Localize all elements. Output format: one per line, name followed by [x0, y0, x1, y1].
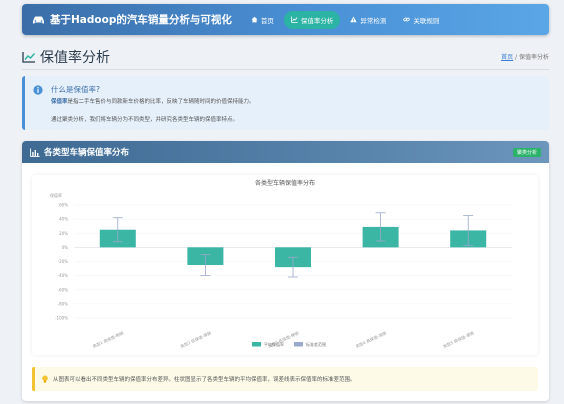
- legend-label-sd[interactable]: 标准差范围: [306, 341, 326, 347]
- legend-swatch-mean[interactable]: [252, 342, 261, 347]
- y-tick-label: -60%: [58, 287, 69, 292]
- line-chart-icon: [22, 52, 36, 63]
- info-definition-text: 是指二手车售价与同款新车价格的比率，反映了车辆随时间的价值保持能力。: [67, 99, 255, 105]
- y-tick-label: 60%: [59, 203, 68, 208]
- card-title: 各类型车辆保值率分布: [44, 148, 130, 158]
- chart-note: 从图表可以看出不同类型车辆的保值率分布差异。柱状图显示了各类型车辆的平均保值率，…: [32, 367, 538, 391]
- line-chart-icon: [291, 16, 298, 23]
- breadcrumb-home-link[interactable]: 首页: [501, 54, 513, 61]
- y-tick-label: -40%: [58, 273, 69, 278]
- brand-title: 基于Hadoop的汽车销量分析与可视化: [50, 14, 232, 26]
- lightbulb-icon: [42, 375, 48, 383]
- nav-item-label: 首页: [260, 16, 274, 25]
- chart-legend[interactable]: 平均保值率 标准差范围: [252, 341, 326, 347]
- x-tick-label: 类型5 高保值-滞销: [442, 329, 475, 348]
- x-tick-label: 类型2 低保值-滞销: [179, 329, 212, 348]
- breadcrumb-separator: /: [515, 54, 518, 61]
- chart-title: 各类型车辆保值率分布: [255, 179, 315, 187]
- nav-item-label: 关联规则: [413, 16, 440, 25]
- y-tick-label: -100%: [55, 316, 68, 321]
- info-definition: 保值率是指二手车售价与同款新车价格的比率，反映了车辆随时间的价值保持能力。: [51, 97, 255, 105]
- cluster-analysis-badge: 聚类分析: [512, 148, 541, 157]
- breadcrumb-current: 保值率分析: [518, 54, 549, 61]
- page-header: 保值率分析 首页 / 保值率分析: [22, 46, 549, 68]
- x-tick-label: 类型1 高保值-畅销: [92, 329, 125, 348]
- info-question: 什么是保值率?: [51, 85, 100, 94]
- brand[interactable]: 基于Hadoop的汽车销量分析与可视化: [31, 12, 232, 27]
- warning-icon: [350, 16, 358, 23]
- car-icon: [33, 16, 44, 23]
- nav-item-association[interactable]: 关联规则: [396, 11, 446, 29]
- page-title: 保值率分析: [40, 50, 110, 66]
- nav-item-home[interactable]: 首页: [244, 11, 281, 29]
- chart-error-bars: [112, 212, 474, 278]
- info-icon: [33, 85, 43, 95]
- info-description: 通过聚类分析，我们将车辆分为不同类型，并研究各类型车辆的保值率特点。: [51, 117, 239, 123]
- y-tick-label: 0%: [62, 245, 69, 250]
- chart-card: 各类型车辆保值率分布 聚类分析 各类型车辆保值率分布 保值率 60% 40% 20%…: [22, 141, 549, 401]
- nav-menu: 首页 保值率分析 异常检测 关联规则: [244, 10, 450, 29]
- link-icon: [403, 17, 411, 22]
- info-box: 什么是保值率? 保值率是指二手车售价与同款新车价格的比率，反映了车辆随时间的价值…: [22, 76, 549, 130]
- legend-label-mean[interactable]: 平均保值率: [264, 341, 284, 347]
- top-navbar: 基于Hadoop的汽车销量分析与可视化 首页 保值率分析 异常检测 关联规则: [22, 4, 549, 35]
- chart-panel: 各类型车辆保值率分布 保值率 60% 40% 20% 0% -20% -40% -60% -8…: [32, 175, 538, 355]
- info-term: 保值率: [51, 99, 68, 105]
- nav-item-label: 异常检测: [360, 16, 387, 25]
- card-header: 各类型车辆保值率分布 聚类分析: [22, 141, 549, 163]
- nav-item-label: 保值率分析: [300, 16, 334, 25]
- bar-chart-icon: [30, 148, 40, 157]
- x-tick-label: 类型4 高保值-滞销: [354, 329, 387, 348]
- y-axis-label: 保值率: [50, 192, 62, 198]
- y-tick-label: -80%: [58, 301, 69, 306]
- y-tick-label: 40%: [59, 217, 68, 222]
- header-divider: [22, 69, 549, 70]
- y-axis-ticks: 60% 40% 20% 0% -20% -40% -60% -80% -100%: [55, 203, 68, 321]
- y-tick-label: 20%: [59, 231, 68, 236]
- bar-chart: 各类型车辆保值率分布 保值率 60% 40% 20% 0% -20% -40% -60% -8…: [50, 179, 512, 349]
- chart-note-text: 从图表可以看出不同类型车辆的保值率分布差异。柱状图显示了各类型车辆的平均保值率，…: [53, 377, 356, 383]
- y-tick-label: -20%: [58, 259, 69, 264]
- home-icon: [251, 16, 258, 23]
- nav-item-anomaly[interactable]: 异常检测: [343, 11, 393, 29]
- legend-swatch-sd[interactable]: [294, 342, 303, 347]
- nav-item-residual-value[interactable]: 保值率分析: [283, 10, 341, 29]
- breadcrumb: 首页 / 保值率分析: [501, 52, 549, 61]
